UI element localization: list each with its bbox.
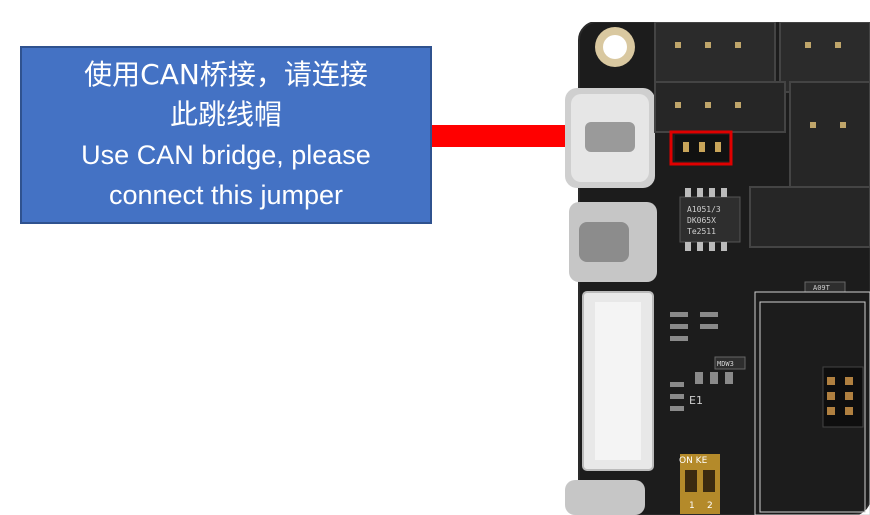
svg-text:Te2511: Te2511 [687,227,716,236]
svg-text:A09T: A09T [813,284,831,292]
svg-text:E1: E1 [689,394,703,407]
svg-text:1: 1 [689,501,695,511]
svg-text:A1051/3: A1051/3 [687,205,721,214]
pcb-board-photo: A1051/3 DK065X Te2511 A09T MDW3 E1 ON KE… [565,22,870,515]
svg-text:MDW3: MDW3 [717,360,734,368]
callout-box: 使用CAN桥接，请连接 此跳线帽 Use CAN bridge, please … [20,46,432,224]
svg-text:2: 2 [707,501,713,511]
svg-text:DK065X: DK065X [687,216,716,225]
callout-line-cn-2: 此跳线帽 [169,98,282,131]
svg-text:ON KE: ON KE [679,456,708,466]
callout-line-en-2: connect this jumper [108,180,344,210]
callout-line-cn-1: 使用CAN桥接，请连接 [84,58,368,91]
callout-line-en-1: Use CAN bridge, please [81,140,371,170]
